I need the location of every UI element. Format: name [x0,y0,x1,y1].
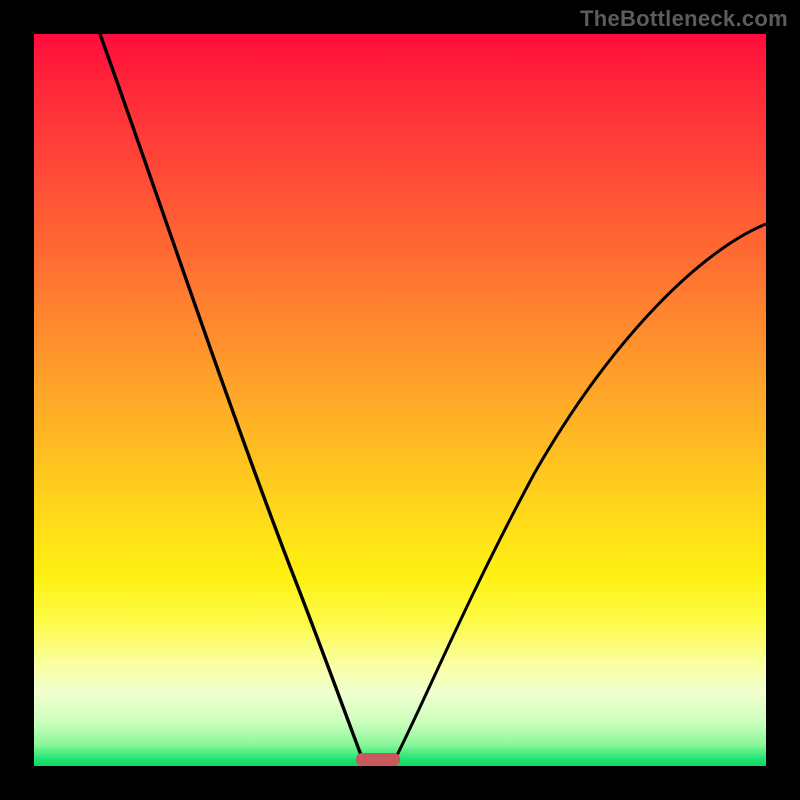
curves-svg [34,34,766,766]
chart-frame: TheBottleneck.com [0,0,800,800]
left-curve [100,34,364,763]
watermark-text: TheBottleneck.com [580,6,788,32]
right-curve [393,224,766,763]
optimum-marker [356,753,400,766]
plot-area [34,34,766,766]
